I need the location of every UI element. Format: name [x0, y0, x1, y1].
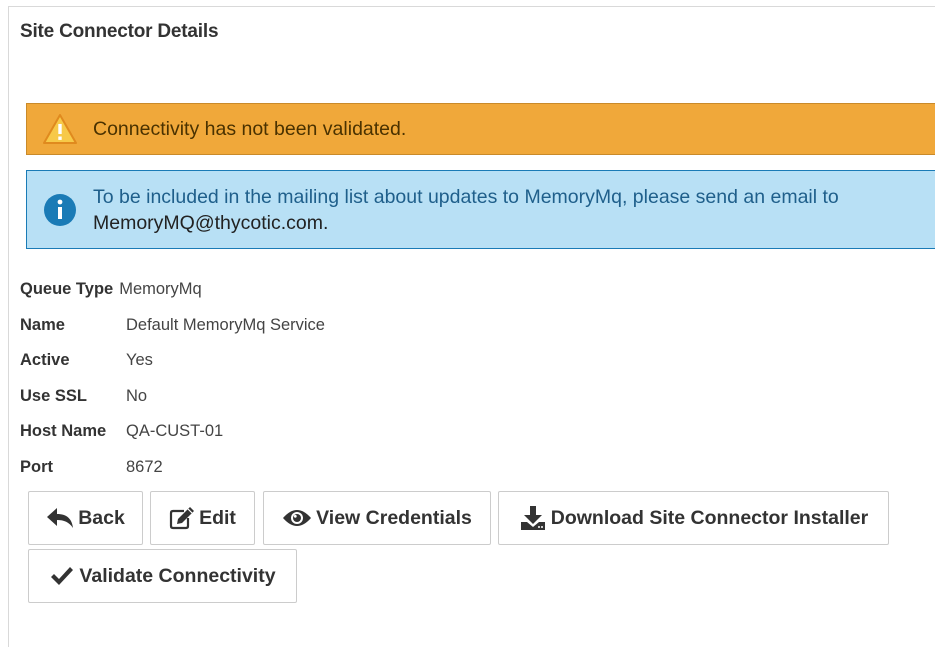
back-button[interactable]: Back: [28, 491, 143, 545]
detail-value: 8672: [126, 457, 163, 476]
edit-button-label: Edit: [199, 506, 236, 529]
view-credentials-button[interactable]: View Credentials: [263, 491, 491, 545]
validate-connectivity-button[interactable]: Validate Connectivity: [28, 549, 297, 603]
detail-value: MemoryMq: [119, 280, 202, 299]
info-alert-message: To be included in the mailing list about…: [93, 185, 839, 208]
detail-label: Queue Type: [20, 280, 114, 299]
detail-label: Name: [20, 315, 65, 334]
detail-value: Yes: [126, 351, 153, 370]
detail-label: Active: [20, 351, 70, 370]
download-icon: [520, 506, 545, 530]
back-button-label: Back: [78, 506, 125, 529]
info-alert-text: To be included in the mailing list about…: [93, 184, 839, 236]
detail-label: Port: [20, 457, 53, 476]
warning-alert: Connectivity has not been validated.: [26, 103, 935, 155]
reply-arrow-icon: [47, 508, 74, 528]
download-installer-button[interactable]: Download Site Connector Installer: [498, 491, 889, 545]
checkmark-icon: [51, 567, 74, 585]
detail-row-name: Name Default MemoryMq Service: [20, 308, 325, 344]
detail-value: No: [126, 386, 148, 405]
detail-row-queue-type: Queue Type MemoryMq: [20, 272, 325, 308]
detail-label: Host Name: [20, 422, 107, 441]
detail-row-active: Active Yes: [20, 343, 325, 379]
detail-row-port: Port 8672: [20, 450, 325, 486]
connector-details: Queue Type MemoryMq Name Default MemoryM…: [20, 272, 325, 485]
detail-row-host-name: Host Name QA-CUST-01: [20, 414, 325, 450]
info-alert: To be included in the mailing list about…: [26, 170, 935, 249]
info-alert-email: MemoryMQ@thycotic.com.: [93, 211, 329, 234]
detail-label: Use SSL: [20, 386, 87, 405]
info-circle-icon: [27, 193, 93, 227]
warning-triangle-icon: [27, 113, 93, 145]
pencil-square-icon: [169, 507, 195, 530]
edit-button[interactable]: Edit: [150, 491, 255, 545]
detail-value: Default MemoryMq Service: [126, 315, 325, 334]
page-title: Site Connector Details: [20, 21, 219, 42]
warning-alert-text: Connectivity has not been validated.: [93, 118, 407, 140]
eye-icon: [283, 510, 312, 526]
validate-connectivity-button-label: Validate Connectivity: [79, 564, 276, 587]
view-credentials-button-label: View Credentials: [316, 506, 472, 529]
detail-value: QA-CUST-01: [126, 422, 224, 441]
detail-row-use-ssl: Use SSL No: [20, 379, 325, 415]
download-installer-button-label: Download Site Connector Installer: [550, 506, 869, 529]
